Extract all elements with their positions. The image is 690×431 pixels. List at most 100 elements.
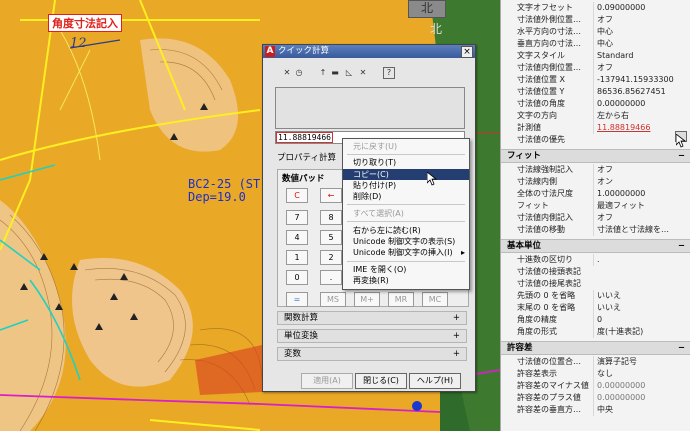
property-key: 全体の寸法尺度 xyxy=(517,189,573,198)
viewcube-north-button[interactable]: 北 xyxy=(408,0,446,18)
property-value: Standard xyxy=(593,50,683,62)
apply-button[interactable]: 適用(A) xyxy=(301,373,353,389)
property-row[interactable]: 角度の形式 度(十進表記) xyxy=(501,326,690,338)
menu-item-label: IME を開く(O) xyxy=(353,265,407,274)
property-row[interactable]: 全体の寸法尺度 1.00000000 xyxy=(501,188,690,200)
numpad-key[interactable]: . xyxy=(320,270,342,285)
property-value: 86536.85627451 xyxy=(593,86,683,98)
property-row[interactable]: 寸法値位置 X -137941.15933300 xyxy=(501,74,690,86)
property-row[interactable]: 寸法線内側 オン xyxy=(501,176,690,188)
property-section-header[interactable]: 許容差 − xyxy=(501,341,690,355)
numpad-key[interactable]: 4 xyxy=(286,230,308,245)
property-row[interactable]: 許容差のマイナス値 0.00000000 xyxy=(501,380,690,392)
section-variables[interactable]: 変数 + xyxy=(277,347,467,361)
property-row[interactable]: 寸法値外側位置… オフ xyxy=(501,14,690,26)
expand-icon: + xyxy=(452,331,460,341)
context-menu-item[interactable]: 貼り付け(P) xyxy=(343,180,469,191)
numpad-key[interactable]: 7 xyxy=(286,210,308,225)
history-icon[interactable]: ◷ xyxy=(293,67,305,79)
property-row[interactable]: 計測値 11.88819466 xyxy=(501,122,690,134)
collapse-icon: − xyxy=(677,241,685,251)
context-menu-item[interactable]: 元に戻す(U) xyxy=(343,141,469,152)
property-key: 寸法値の位置合… xyxy=(517,357,581,366)
clear-icon[interactable]: ✕ xyxy=(281,67,293,79)
context-menu-item[interactable]: Unicode 制御文字の表示(S) xyxy=(343,236,469,247)
context-menu-item[interactable]: Unicode 制御文字の挿入(I) ▸ xyxy=(343,247,469,258)
property-row[interactable]: 先頭の 0 を省略 いいえ xyxy=(501,290,690,302)
context-menu-item[interactable]: 右から左に読む(R) xyxy=(343,225,469,236)
numpad-key[interactable]: 5 xyxy=(320,230,342,245)
numpad-key[interactable]: MS xyxy=(320,292,346,307)
property-value: オフ xyxy=(593,62,683,74)
property-row[interactable]: 寸法値の位置合… 演算子記号 xyxy=(501,356,690,368)
property-value: なし xyxy=(593,368,683,380)
property-row[interactable]: 寸法値位置 Y 86536.85627451 xyxy=(501,86,690,98)
property-row[interactable]: 寸法値の接頭表記 xyxy=(501,266,690,278)
section-function-calc[interactable]: 関数計算 + xyxy=(277,311,467,325)
property-row[interactable]: 寸法値の優先 xyxy=(501,134,690,146)
distance-icon[interactable]: ▬ xyxy=(329,67,341,79)
property-row[interactable]: 角度の精度 0 xyxy=(501,314,690,326)
property-row[interactable]: 許容差の垂直方… 中央 xyxy=(501,404,690,416)
menu-item-label: 再変換(R) xyxy=(353,276,389,285)
intersection-icon[interactable]: ✕ xyxy=(357,67,369,79)
property-row[interactable]: フィット 最適フィット xyxy=(501,200,690,212)
context-menu-item[interactable]: 再変換(R) xyxy=(343,275,469,286)
numpad-key[interactable]: 1 xyxy=(286,250,308,265)
property-row[interactable]: 寸法値内側記入 オフ xyxy=(501,212,690,224)
context-menu-item[interactable]: すべて選択(A) xyxy=(343,208,469,219)
numpad-key[interactable]: 8 xyxy=(320,210,342,225)
context-menu-item[interactable]: IME を開く(O) xyxy=(343,264,469,275)
section-unit-conversion[interactable]: 単位変換 + xyxy=(277,329,467,343)
property-row[interactable]: 文字スタイル Standard xyxy=(501,50,690,62)
property-value: 左から右 xyxy=(593,110,683,122)
numpad-key[interactable]: MC xyxy=(422,292,448,307)
angle-icon[interactable]: ◺ xyxy=(343,67,355,79)
close-dialog-button[interactable]: 閉じる(C) xyxy=(355,373,407,389)
context-menu-item[interactable]: 切り取り(T) xyxy=(343,157,469,168)
property-section-header[interactable]: 基本単位 − xyxy=(501,239,690,253)
numpad-key[interactable]: C xyxy=(286,188,308,203)
property-key: 許容差表示 xyxy=(517,369,557,378)
property-row[interactable]: 文字の方向 左から右 xyxy=(501,110,690,122)
property-row[interactable]: 末尾の 0 を省略 いいえ xyxy=(501,302,690,314)
property-section-header[interactable]: フィット − xyxy=(501,149,690,163)
help-icon[interactable]: ? xyxy=(383,67,395,79)
property-row[interactable]: 許容差のプラス値 0.00000000 xyxy=(501,392,690,404)
property-value: 11.88819466 xyxy=(593,122,683,134)
numpad-key[interactable]: 0 xyxy=(286,270,308,285)
property-row[interactable]: 寸法値の移動 寸法値と寸法線を… xyxy=(501,224,690,236)
numpad-key[interactable]: = xyxy=(286,292,308,307)
property-row[interactable]: 寸法線強制記入 オフ xyxy=(501,164,690,176)
numpad-key[interactable]: 2 xyxy=(320,250,342,265)
numpad-header[interactable]: 数値パッド xyxy=(282,172,325,184)
property-key: 計測値 xyxy=(517,123,541,132)
help-button[interactable]: ヘルプ(H) xyxy=(409,373,461,389)
property-key: 末尾の 0 を省略 xyxy=(517,303,576,312)
property-row[interactable]: 十進数の区切り. xyxy=(501,254,690,266)
property-row[interactable]: 許容差表示 なし xyxy=(501,368,690,380)
get-coordinates-icon[interactable]: ↑ xyxy=(317,67,329,79)
numpad-key[interactable]: MR xyxy=(388,292,414,307)
property-value: 0.00000000 xyxy=(593,98,683,110)
property-row[interactable]: 垂直方向の寸法… 中心 xyxy=(501,38,690,50)
context-menu-item[interactable]: 削除(D) xyxy=(343,191,469,202)
section-unit-conversion-label: 単位変換 xyxy=(284,331,319,341)
property-row[interactable]: 寸法値内側位置… オフ xyxy=(501,62,690,74)
numpad-key[interactable]: ← xyxy=(320,188,342,203)
dialog-titlebar[interactable]: A クイック計算 × xyxy=(263,45,475,58)
property-value: 0.00000000 xyxy=(593,380,683,392)
dimension-label: 12 xyxy=(70,36,87,51)
property-key: 寸法値の移動 xyxy=(517,225,565,234)
property-row[interactable]: 文字オフセット 0.09000000 xyxy=(501,2,690,14)
property-row[interactable]: 寸法値の角度 0.00000000 xyxy=(501,98,690,110)
property-value: . xyxy=(593,254,683,266)
property-row[interactable]: 水平方向の寸法… 中心 xyxy=(501,26,690,38)
context-menu-item[interactable]: コピー(C) xyxy=(343,169,469,180)
property-key: 文字オフセット xyxy=(517,3,573,12)
numpad-key[interactable]: M+ xyxy=(354,292,380,307)
close-button[interactable]: × xyxy=(461,46,473,58)
property-value: いいえ xyxy=(593,290,683,302)
property-row[interactable]: 寸法値の接尾表記 xyxy=(501,278,690,290)
collapse-icon: − xyxy=(677,151,685,161)
